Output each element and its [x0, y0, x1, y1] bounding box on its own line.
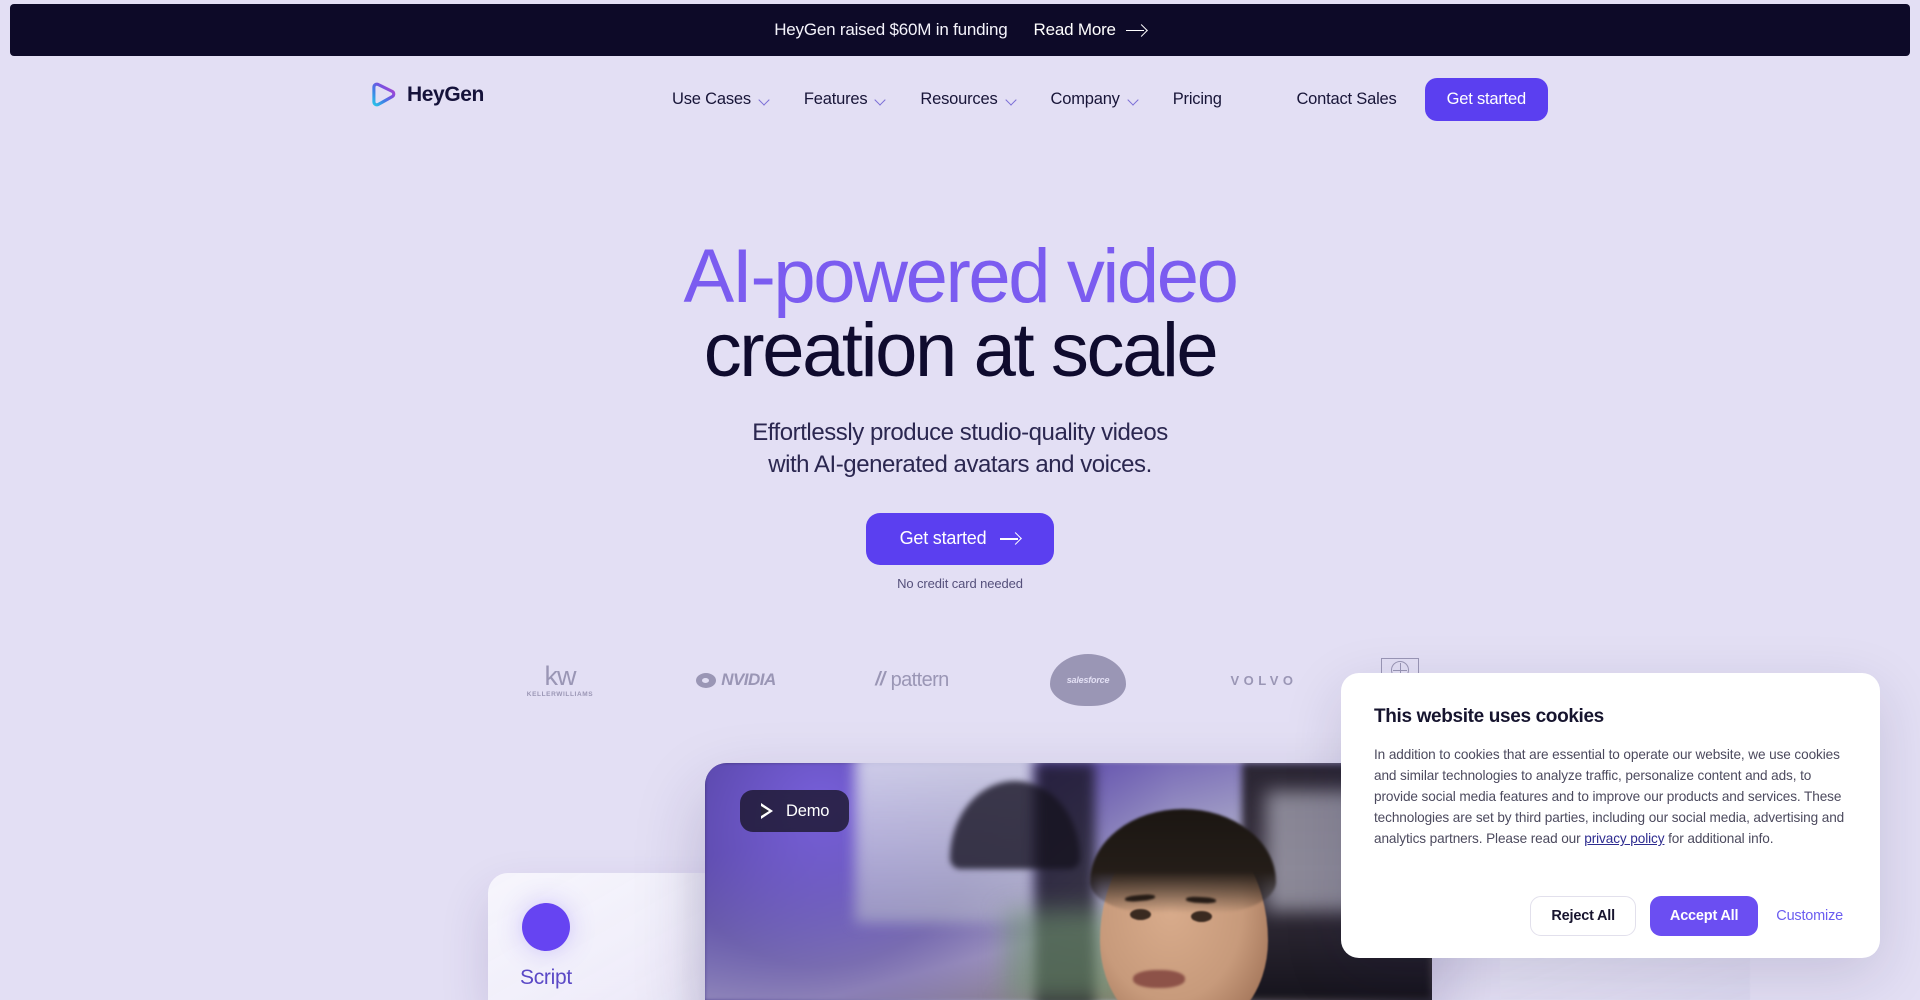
- kw-wordmark: KELLERWILLIAMS: [526, 690, 594, 698]
- nvidia-eye-icon: [696, 672, 717, 688]
- kw-mark: kw: [544, 660, 577, 691]
- subhead-line-1: Effortlessly produce studio-quality vide…: [752, 419, 1168, 447]
- chevron-down-icon: [1128, 96, 1139, 103]
- logo-unknown-brand-faded: [324, 649, 444, 711]
- demo-label: Demo: [786, 801, 830, 820]
- nav-label: Company: [1050, 89, 1120, 108]
- pattern-mark: //: [875, 669, 885, 690]
- nav-item-features[interactable]: Features: [804, 85, 887, 113]
- nav-item-pricing[interactable]: Pricing: [1173, 85, 1222, 113]
- nav-label: Pricing: [1172, 89, 1222, 108]
- logo-pattern: // pattern: [852, 649, 972, 711]
- nav-item-resources[interactable]: Resources: [920, 85, 1016, 113]
- cookie-dialog-actions: Reject All Accept All Customize: [1530, 896, 1847, 936]
- no-credit-card-note: No credit card needed: [897, 575, 1023, 591]
- announcement-banner: HeyGen raised $60M in funding Read More: [10, 4, 1910, 56]
- salesforce-cloud-icon: salesforce: [1050, 654, 1126, 706]
- headline-accent: AI-powered video: [683, 234, 1238, 319]
- hero-section: AI-powered video creation at scale Effor…: [0, 234, 1920, 591]
- get-started-nav-button[interactable]: Get started: [1424, 78, 1548, 121]
- customize-cookies-button[interactable]: Customize: [1772, 908, 1847, 924]
- nav-label: Features: [803, 89, 868, 108]
- play-icon: [760, 803, 775, 819]
- header-actions: Contact Sales Get started: [1296, 78, 1548, 121]
- nav-label: Use Cases: [672, 89, 751, 108]
- video-avatar-mouth: [1133, 970, 1185, 988]
- script-card-label: Script: [520, 966, 572, 989]
- cookie-body-after-link: for additional info.: [1664, 831, 1774, 847]
- privacy-policy-link[interactable]: privacy policy: [1584, 831, 1664, 846]
- nav-item-company[interactable]: Company: [1051, 85, 1139, 113]
- headline-rest: creation at scale: [703, 307, 1219, 393]
- nav-label: Resources: [920, 89, 998, 108]
- cookie-dialog-body: In addition to cookies that are essentia…: [1374, 744, 1847, 849]
- arrow-right-icon: [1125, 24, 1146, 37]
- chevron-down-icon: [1006, 96, 1017, 103]
- reject-all-button[interactable]: Reject All: [1530, 896, 1636, 936]
- chevron-down-icon: [759, 96, 770, 103]
- logo-volvo: VOLVO: [1230, 672, 1298, 688]
- video-avatar-eye-right: [1191, 911, 1212, 922]
- demo-video-preview[interactable]: Demo: [705, 763, 1432, 1000]
- pattern-wordmark: pattern: [890, 668, 950, 691]
- logo-salesforce: salesforce: [1028, 649, 1148, 711]
- cookie-consent-dialog: This website uses cookies In addition to…: [1341, 673, 1880, 958]
- hero-subheading: Effortlessly produce studio-quality vide…: [0, 417, 1920, 480]
- contact-sales-link[interactable]: Contact Sales: [1296, 90, 1396, 109]
- subhead-line-2: with AI-generated avatars and voices.: [768, 451, 1152, 479]
- nav-item-use-cases[interactable]: Use Cases: [672, 85, 770, 113]
- chevron-down-icon: [875, 96, 886, 103]
- get-started-hero-button[interactable]: Get started: [865, 512, 1055, 565]
- cookie-dialog-title: This website uses cookies: [1374, 706, 1604, 727]
- hero-cta-group: Get started No credit card needed: [0, 512, 1920, 591]
- brand-name: HeyGen: [407, 82, 484, 106]
- get-started-hero-label: Get started: [899, 528, 987, 549]
- demo-play-button[interactable]: Demo: [740, 790, 850, 832]
- arrow-right-icon: [1000, 532, 1020, 545]
- announcement-read-more-label: Read More: [1033, 20, 1116, 39]
- announcement-read-more-link[interactable]: Read More: [1034, 20, 1146, 40]
- video-avatar-eye-left: [1130, 909, 1151, 920]
- announcement-text: HeyGen raised $60M in funding: [774, 20, 1008, 39]
- logo-keller-williams: kw KELLERWILLIAMS: [500, 649, 620, 711]
- page-title: AI-powered video creation at scale: [0, 234, 1920, 393]
- primary-nav: Use Cases Features Resources Company Pri…: [672, 85, 1222, 113]
- salesforce-wordmark: salesforce: [1066, 675, 1110, 685]
- nvidia-wordmark: NVIDIA: [721, 670, 776, 689]
- brand-logo[interactable]: HeyGen: [372, 82, 484, 107]
- logo-nvidia: NVIDIA: [676, 649, 796, 711]
- accept-all-button[interactable]: Accept All: [1649, 896, 1759, 936]
- heygen-logo-icon: [372, 82, 397, 107]
- script-avatar-dot-icon: [522, 903, 570, 951]
